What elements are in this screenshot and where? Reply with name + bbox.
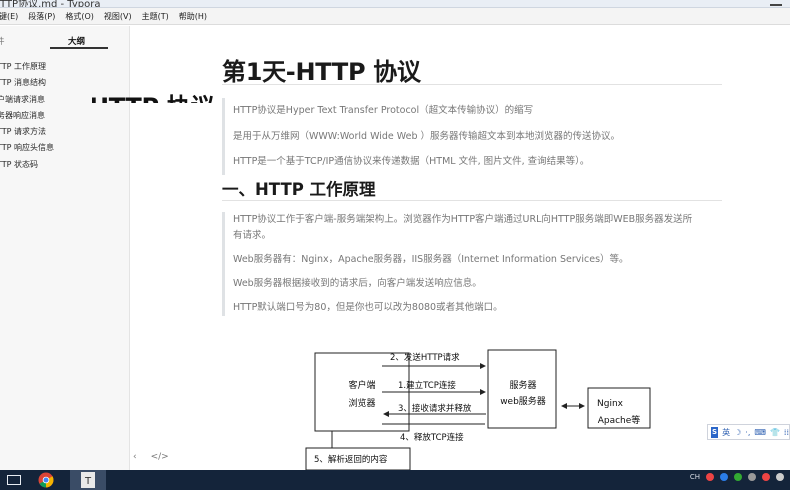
menu-theme[interactable]: 主题(T) — [137, 8, 174, 24]
tray-app-icon[interactable] — [734, 473, 742, 481]
outline-item-label: TTP 消息结构 — [0, 78, 46, 88]
paragraph: Web服务器根据接收到的请求后，向客户端发送响应信息。 — [233, 278, 482, 289]
outline-item[interactable]: TTP 状态码 — [0, 159, 130, 175]
tray-app-icon[interactable] — [720, 473, 728, 481]
outline-item-label: TTP 响应头信息 — [0, 143, 54, 153]
outline-item[interactable]: TTP 工作原理 — [0, 61, 130, 77]
comma-icon[interactable]: ·, — [745, 428, 750, 437]
server-label: web服务器 — [500, 395, 546, 407]
ime-toolbar[interactable]: S 英 ☽ ·, ⌨ 👕 ⁞⁞ — [707, 424, 790, 440]
tab-outline[interactable]: 大纲 — [68, 35, 85, 47]
paragraph: HTTP是一个基于TCP/IP通信协议来传递数据（HTML 文件, 图片文件, … — [233, 156, 590, 167]
task-view-button[interactable] — [0, 470, 28, 490]
blockquote: HTTP协议是Hyper Text Transfer Protocol（超文本传… — [222, 98, 620, 175]
menu-edit[interactable]: 键(E) — [0, 8, 23, 24]
svg-text:T: T — [84, 476, 92, 487]
tab-files[interactable]: 件 — [0, 35, 5, 47]
system-tray: CH — [690, 473, 784, 481]
grid-icon[interactable]: ⁞⁞ — [784, 428, 789, 437]
keyboard-icon[interactable]: ⌨ — [754, 428, 766, 437]
outline-item[interactable]: TTP 响应头信息 — [0, 142, 130, 158]
outline-item-label: TTP 工作原理 — [0, 62, 46, 71]
client-label: 客户端 — [348, 379, 375, 391]
ime-language-label[interactable]: 英 — [722, 427, 730, 438]
tray-app-icon[interactable] — [748, 473, 756, 481]
outline-item-label: TTP 状态码 — [0, 159, 38, 169]
heading-rule — [222, 84, 722, 85]
title-bar: TTP协议.md - Typora — [0, 0, 790, 8]
menu-view[interactable]: 视图(V) — [99, 8, 137, 24]
menu-paragraph[interactable]: 段落(P) — [23, 8, 60, 24]
chrome-icon — [38, 472, 54, 488]
step-label: 1.建立TCP连接 — [398, 380, 456, 391]
http-flow-diagram: 客户端 浏览器 服务器 web服务器 Nginx Apache等 2、发送HTT… — [305, 349, 651, 470]
page-title: 第1天-HTTP 协议 — [222, 58, 421, 86]
taskbar-chrome[interactable] — [28, 470, 64, 490]
outline-item-label: TTP 请求方法 — [0, 127, 46, 137]
paragraph: Web服务器有：Nginx，Apache服务器，IIS服务器（Internet … — [233, 254, 629, 265]
paragraph: HTTP协议工作于客户端-服务端架构上。浏览器作为HTTP客户端通过URL向HT… — [233, 214, 693, 225]
taskbar: T CH — [0, 470, 790, 490]
nginx-label: Apache等 — [598, 414, 641, 426]
outline-item-label: 务器响应消息 — [0, 110, 45, 120]
menu-bar: 键(E) 段落(P) 格式(O) 视图(V) 主题(T) 帮助(H) — [0, 8, 790, 25]
active-tab-indicator — [50, 47, 108, 49]
taskbar-typora[interactable]: T — [70, 470, 106, 490]
outline-item[interactable]: 务器响应消息 — [0, 110, 130, 126]
section-heading: 一、HTTP 工作原理 — [222, 180, 376, 199]
window-title: TTP协议.md - Typora — [0, 0, 101, 8]
task-view-icon — [7, 475, 21, 485]
client-label: 浏览器 — [348, 397, 375, 409]
sidebar: 件 大纲 HTTP 协议 TTP 工作原理 TTP 消息结构 户端请求消息 务器… — [0, 26, 214, 470]
minimize-button[interactable] — [770, 0, 782, 6]
step-label: 5、解析返回的内容 — [314, 454, 388, 465]
menu-format[interactable]: 格式(O) — [60, 8, 99, 24]
outline-list: HTTP 协议 TTP 工作原理 TTP 消息结构 户端请求消息 务器响应消息 … — [0, 61, 214, 175]
blockquote: HTTP协议工作于客户端-服务端架构上。浏览器作为HTTP客户端通过URL向HT… — [222, 212, 692, 316]
nginx-label: Nginx — [597, 399, 624, 409]
tray-app-icon[interactable] — [776, 473, 784, 481]
paragraph: HTTP协议是Hyper Text Transfer Protocol（超文本传… — [233, 105, 534, 116]
tray-app-icon[interactable] — [706, 473, 714, 481]
tray-app-icon[interactable] — [762, 473, 770, 481]
server-label: 服务器 — [509, 379, 536, 391]
paragraph: HTTP默认端口号为80，但是你也可以改为8080或者其他端口。 — [233, 302, 503, 313]
step-label: 2、发送HTTP请求 — [390, 352, 460, 363]
tray-language[interactable]: CH — [690, 473, 700, 481]
step-label: 4、释放TCP连接 — [400, 432, 464, 443]
shirt-icon[interactable]: 👕 — [770, 428, 780, 437]
moon-icon[interactable]: ☽ — [734, 428, 741, 437]
outline-item[interactable]: TTP 请求方法 — [0, 126, 130, 142]
menu-help[interactable]: 帮助(H) — [174, 8, 212, 24]
paragraph: 有请求。 — [233, 230, 272, 241]
typora-icon: T — [81, 472, 95, 488]
step-label: 3、接收请求并释放 — [398, 403, 472, 414]
paragraph: 是用于从万维网（WWW:World Wide Web ）服务器传输超文本到本地浏… — [233, 130, 621, 142]
sidebar-tabs: 件 大纲 — [0, 26, 129, 49]
outline-item-label: 户端请求消息 — [0, 94, 45, 104]
heading-rule — [222, 200, 722, 201]
ime-logo-icon: S — [711, 426, 719, 438]
